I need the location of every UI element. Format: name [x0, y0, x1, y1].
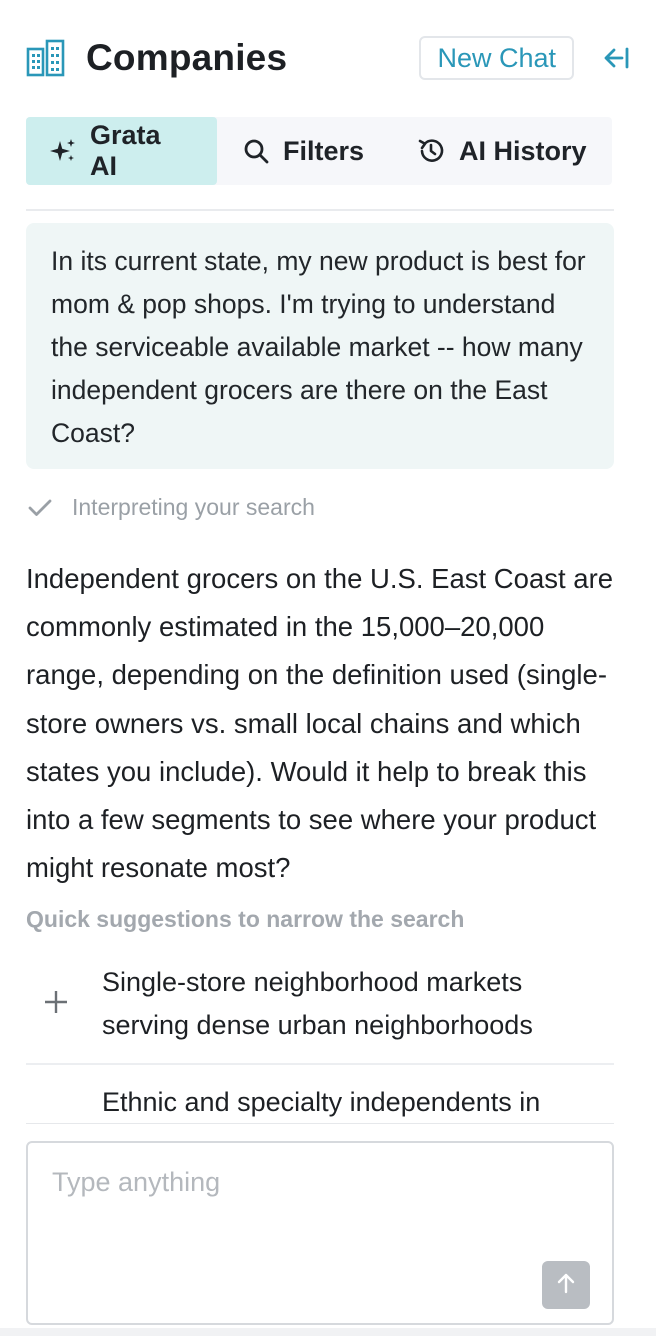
companies-chat-panel: Companies New Chat Grata AI Filters AI H…	[0, 0, 656, 1336]
buildings-icon	[26, 38, 66, 78]
user-message-bubble: In its current state, my new product is …	[26, 223, 614, 469]
chat-composer	[26, 1141, 614, 1325]
page-title: Companies	[86, 37, 288, 78]
suggestion-list-border	[26, 1123, 614, 1124]
new-chat-button[interactable]: New Chat	[419, 36, 574, 80]
suggestion-item[interactable]: Single-store neighborhood markets servin…	[26, 944, 614, 1065]
history-icon	[417, 137, 445, 165]
tab-label: Filters	[283, 135, 365, 166]
sparkle-icon	[50, 138, 76, 164]
suggestion-list: Single-store neighborhood markets servin…	[26, 944, 614, 1124]
assistant-answer: Independent grocers on the U.S. East Coa…	[26, 563, 614, 884]
tab-filters[interactable]: Filters	[217, 117, 393, 185]
status-label: Interpreting your search	[72, 494, 315, 520]
tab-ai-history[interactable]: AI History	[393, 117, 612, 185]
header-divider	[26, 209, 614, 211]
status-line: Interpreting your search	[28, 494, 315, 521]
panel-header: Companies New Chat	[26, 30, 632, 86]
arrow-up-icon	[556, 1272, 576, 1299]
tab-label: AI History	[459, 135, 587, 166]
suggestion-label: Ethnic and specialty independents in	[102, 1087, 541, 1117]
tab-label: Grata AI	[90, 120, 161, 181]
suggestion-label: Single-store neighborhood markets servin…	[102, 967, 533, 1040]
search-icon	[243, 138, 269, 164]
send-button[interactable]	[542, 1261, 590, 1309]
collapse-panel-icon[interactable]	[600, 38, 632, 78]
bottom-edge	[0, 1328, 656, 1336]
chat-input[interactable]	[52, 1167, 572, 1267]
quick-suggestions-heading: Quick suggestions to narrow the search	[26, 906, 465, 932]
tab-bar: Grata AI Filters AI History	[26, 117, 612, 185]
suggestion-item[interactable]: Ethnic and specialty independents in	[26, 1065, 614, 1124]
check-icon	[28, 499, 52, 517]
plus-icon	[42, 988, 70, 1016]
tab-grata-ai[interactable]: Grata AI	[26, 117, 217, 185]
